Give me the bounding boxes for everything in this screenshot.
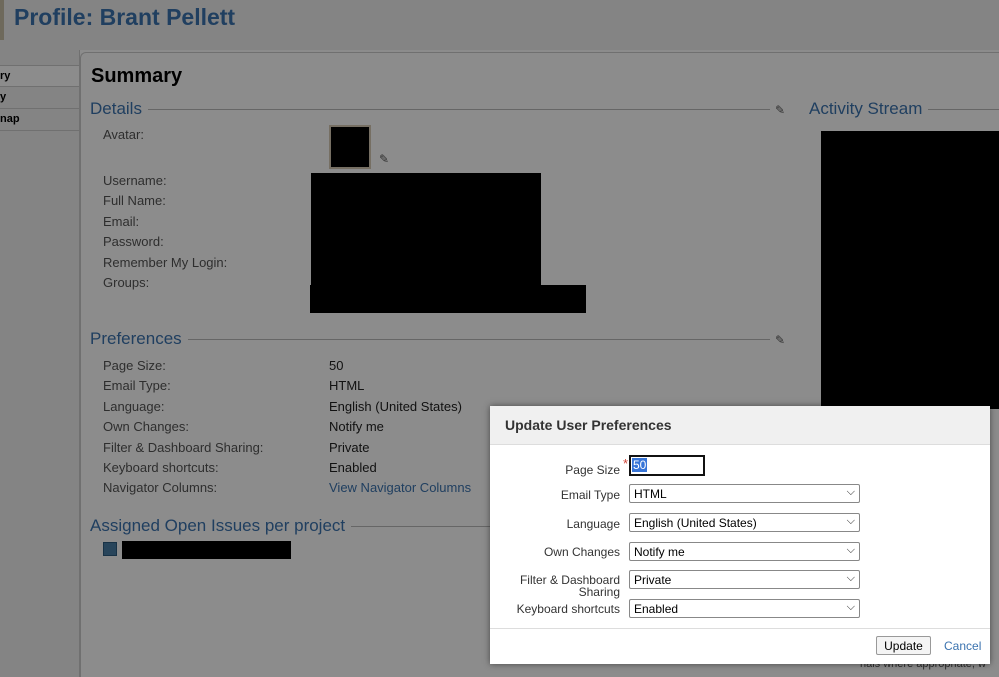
required-asterisk: * [623,456,629,471]
shortcuts-label: Keyboard shortcuts [516,602,620,616]
page-size-input[interactable]: 50 [629,455,705,476]
sharing-label-line2: Sharing [578,585,620,599]
shortcuts-select[interactable]: Enabled ⌵ [629,599,860,618]
own-changes-label: Own Changes [543,545,620,559]
sharing-select[interactable]: Private ⌵ [629,570,860,589]
cancel-link[interactable]: Cancel [944,639,981,653]
language-label: Language [566,517,620,531]
own-changes-value: Notify me [634,545,685,559]
language-value: English (United States) [634,516,757,530]
email-type-value: HTML [634,487,667,501]
page-size-value: 50 [632,458,648,472]
dialog-footer-divider [490,628,990,629]
chevron-down-icon: ⌵ [846,515,855,527]
page-size-label: Page Size [565,463,620,477]
own-changes-select[interactable]: Notify me ⌵ [629,542,860,561]
shortcuts-value: Enabled [634,602,679,616]
email-type-select[interactable]: HTML ⌵ [629,484,860,503]
update-preferences-dialog: Update User Preferences Page Size * 50 E… [490,406,990,664]
chevron-down-icon: ⌵ [846,572,855,584]
sharing-value: Private [634,573,672,587]
update-button[interactable]: Update [876,636,931,655]
chevron-down-icon: ⌵ [846,486,855,498]
chevron-down-icon: ⌵ [846,601,855,613]
chevron-down-icon: ⌵ [846,544,855,556]
email-type-label: Email Type [560,488,620,502]
dialog-title: Update User Preferences [490,406,990,445]
language-select[interactable]: English (United States) ⌵ [629,513,860,532]
